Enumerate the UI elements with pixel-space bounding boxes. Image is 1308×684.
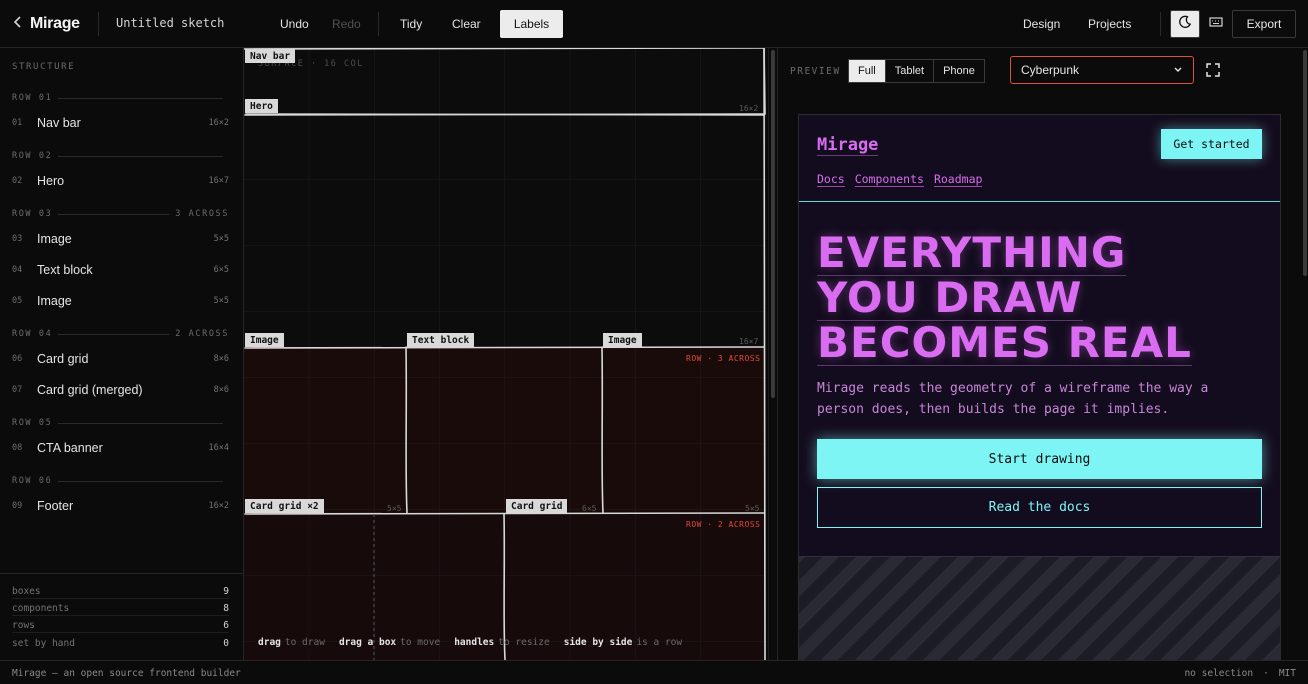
hint: handles to resize [454, 637, 550, 648]
stat-row: components 8 [12, 603, 229, 616]
box-tag-card-grid-merged[interactable]: Card grid ×2 [245, 499, 324, 513]
chevron-down-icon [1173, 63, 1183, 77]
canvas-hints: drag to draw drag a box to move handles to … [258, 637, 682, 648]
structure-item-image[interactable]: 05 Image 5×5 [12, 291, 229, 311]
row-header: ROW 04 2 ACROSS [12, 329, 229, 339]
start-drawing-button[interactable]: Start drawing [817, 439, 1262, 479]
box-dims: 5×5 [387, 504, 402, 513]
row-header: ROW 03 3 ACROSS [12, 209, 229, 219]
hero-line: EVERYTHING [817, 228, 1127, 277]
box-tag-card-grid[interactable]: Card grid [506, 499, 568, 513]
box-dims: 5×5 [745, 504, 760, 513]
hint: drag a box to move [338, 637, 441, 648]
box-tag-image[interactable]: Image [245, 333, 284, 347]
nav-divider [799, 201, 1280, 202]
sketch-title[interactable]: Untitled sketch [116, 16, 224, 30]
keyboard-icon [1209, 15, 1223, 33]
status-right: no selection · MIT [1184, 668, 1296, 679]
export-button[interactable]: Export [1232, 10, 1296, 38]
structure-item-hero[interactable]: 02 Hero 16×7 [12, 171, 229, 191]
clear-button[interactable]: Clear [441, 10, 492, 38]
image-placeholder [799, 556, 1280, 660]
theme-select[interactable]: Cyberpunk [1010, 56, 1194, 84]
preview-label: PREVIEW [790, 66, 841, 77]
redo-button[interactable]: Redo [321, 10, 372, 38]
box-dims: 16×2 [739, 104, 759, 113]
hero-line: BECOMES REAL [817, 318, 1192, 367]
back-home-button[interactable]: Mirage [12, 0, 80, 48]
site-brand[interactable]: Mirage [817, 135, 879, 156]
structure-heading: STRUCTURE [12, 62, 76, 72]
get-started-button[interactable]: Get started [1161, 129, 1262, 159]
divider [1160, 12, 1161, 36]
app-logo-text: Mirage [30, 15, 80, 32]
preview-site: Mirage Get started Docs Components Roadm… [798, 114, 1281, 660]
nav-link-roadmap[interactable]: Roadmap [933, 172, 983, 187]
projects-button[interactable]: Projects [1077, 10, 1142, 38]
nav-link-docs[interactable]: Docs [817, 172, 845, 187]
box-tag-hero[interactable]: Hero [245, 99, 278, 113]
box-tag-text-block[interactable]: Text block [407, 333, 475, 347]
fullscreen-button[interactable] [1206, 63, 1220, 82]
read-docs-button[interactable]: Read the docs [817, 487, 1262, 528]
box-tag-image[interactable]: Image [603, 333, 642, 347]
theme-select-value: Cyberpunk [1021, 63, 1080, 77]
scroll-thumb[interactable] [771, 50, 775, 398]
box-dims: 16×7 [739, 337, 759, 346]
hint: drag to draw [258, 637, 325, 648]
status-separator: · [1263, 668, 1269, 679]
structure-item-card-grid-merged[interactable]: 07 Card grid (merged) 8×6 [12, 380, 229, 400]
box-dims: 6×5 [582, 504, 597, 513]
theme-toggle-button[interactable] [1170, 10, 1200, 38]
top-bar: Mirage Untitled sketch Undo Redo Tidy Cl… [0, 0, 1308, 48]
sketch-canvas[interactable]: SURFACE · 16 COL Nav bar Hero 16×2 Image… [244, 48, 766, 660]
structure-item-image[interactable]: 03 Image 5×5 [12, 229, 229, 249]
tidy-button[interactable]: Tidy [389, 10, 433, 38]
site-nav: Docs Components Roadmap [817, 172, 983, 187]
row-header: ROW 06 [12, 475, 229, 487]
stat-row: rows 6 [12, 620, 229, 633]
viewport-switcher: Full Tablet Phone [848, 59, 985, 83]
undo-button[interactable]: Undo [269, 10, 320, 38]
stats-panel: boxes 9 components 8 rows 6 set by hand 0 [0, 573, 243, 660]
structure-item-card-grid[interactable]: 06 Card grid 8×6 [12, 349, 229, 369]
keyboard-shortcuts-button[interactable] [1201, 10, 1231, 38]
box-tag-nav-bar[interactable]: Nav bar [245, 49, 296, 63]
structure-item-nav-bar[interactable]: 01 Nav bar 16×2 [12, 113, 229, 133]
preview-panel: PREVIEW Full Tablet Phone Cyberpunk Mira… [777, 48, 1308, 660]
hero-lead: Mirage reads the geometry of a wireframe… [817, 381, 1209, 417]
row-header: ROW 02 [12, 150, 229, 162]
preview-scrollbar[interactable] [1301, 48, 1308, 660]
viewport-full[interactable]: Full [849, 60, 886, 82]
fullscreen-icon [1206, 63, 1220, 81]
row-indicator: ROW · 3 ACROSS [686, 354, 761, 363]
structure-item-text-block[interactable]: 04 Text block 6×5 [12, 260, 229, 280]
status-tagline: Mirage — an open source frontend builder [12, 668, 241, 679]
row-header: ROW 01 [12, 92, 229, 104]
structure-item-footer[interactable]: 09 Footer 16×2 [12, 496, 229, 516]
labels-toggle[interactable]: Labels [500, 10, 563, 38]
hero-line: YOU DRAW [817, 273, 1083, 322]
hero-heading: EVERYTHING YOU DRAW BECOMES REAL [817, 231, 1257, 366]
divider [98, 12, 99, 36]
row-indicator: ROW · 2 ACROSS [686, 520, 761, 529]
viewport-phone[interactable]: Phone [934, 60, 984, 82]
chevron-left-icon [12, 15, 24, 33]
license-link[interactable]: MIT [1279, 668, 1296, 679]
structure-item-cta-banner[interactable]: 08 CTA banner 16×4 [12, 438, 229, 458]
scroll-thumb[interactable] [1303, 50, 1307, 276]
panel-resize-scrollbar[interactable] [768, 48, 776, 660]
stat-row: set by hand 0 [12, 637, 229, 649]
hint: side by side is a row [563, 637, 683, 648]
status-bar: Mirage — an open source frontend builder… [0, 660, 1308, 684]
moon-icon [1178, 15, 1192, 34]
nav-link-components[interactable]: Components [854, 172, 924, 187]
stat-row: boxes 9 [12, 586, 229, 599]
selection-status: no selection [1184, 668, 1254, 679]
structure-sidebar: STRUCTURE ROW 01 01 Nav bar 16×2 ROW 02 02… [0, 48, 244, 660]
divider [378, 12, 379, 36]
row-header: ROW 05 [12, 417, 229, 429]
design-button[interactable]: Design [1012, 10, 1071, 38]
viewport-tablet[interactable]: Tablet [886, 60, 935, 82]
